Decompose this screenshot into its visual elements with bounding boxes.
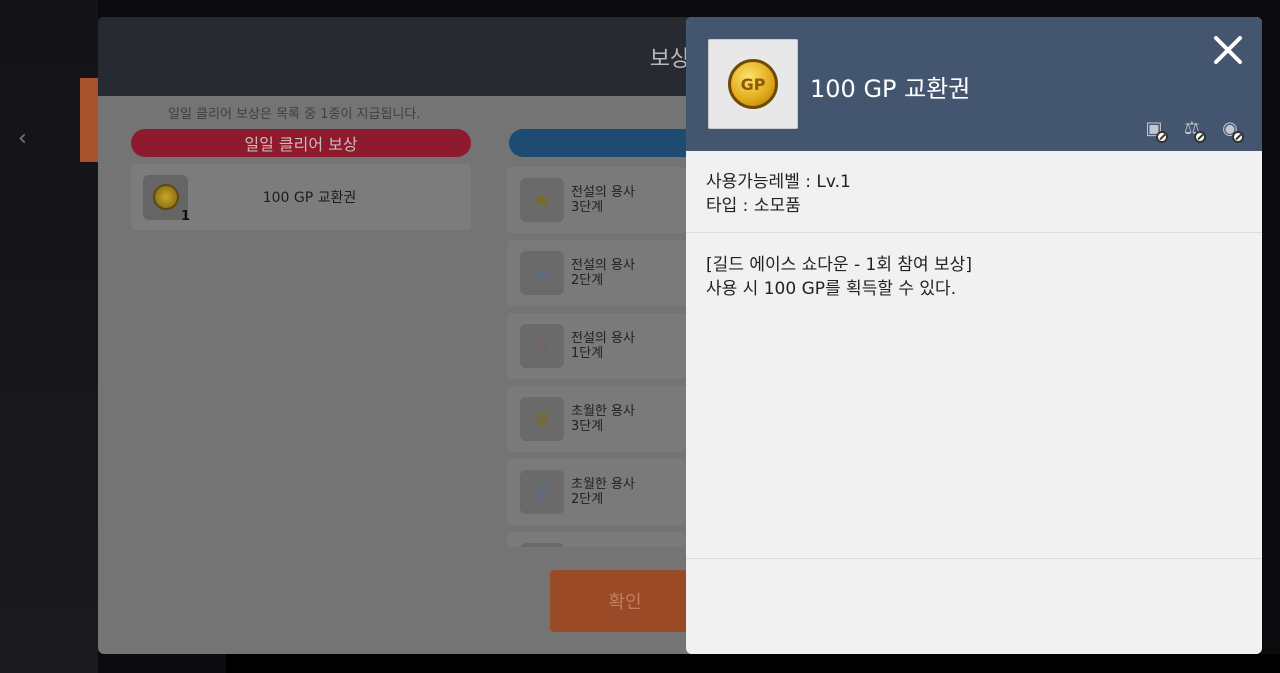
list-item[interactable]: ★ [507, 532, 687, 547]
trade-restriction-icons: ▣ ⚖ ◉ [1140, 117, 1244, 143]
item-description-section: [길드 에이스 쇼다운 - 1회 참여 보상] 사용 시 100 GP를 획득할… [686, 233, 1262, 559]
daily-reward-item[interactable]: 1 100 GP 교환권 [131, 164, 471, 230]
confirm-button[interactable]: 확인 [550, 570, 700, 632]
required-level: 사용가능레벨 : Lv.1 [706, 172, 851, 192]
item-title: 100 GP 교환권 [810, 75, 971, 103]
gp-coin-icon: GP [728, 59, 778, 109]
list-item[interactable]: ♛ 초월한 용사 3단계 [507, 386, 687, 452]
silver-crown-icon: ♛ [520, 470, 564, 514]
item-tier: 1단계 [571, 346, 604, 361]
no-storage-icon: ◉ [1216, 117, 1244, 143]
item-tier: 3단계 [571, 200, 604, 215]
tooltip-header: GP 100 GP 교환권 ▣ ⚖ ◉ [686, 17, 1262, 151]
item-title: 초월한 용사 [571, 404, 635, 419]
dialog-title: 보상 [649, 46, 691, 72]
item-info-section: 사용가능레벨 : Lv.1 타입 : 소모품 [686, 151, 1262, 233]
ranked-reward-section-label [509, 129, 709, 157]
item-tier: 3단계 [571, 419, 604, 434]
item-title: 초월한 용사 [571, 477, 635, 492]
list-item[interactable]: ☆ 전설의 용사 1단계 [507, 313, 687, 379]
description-source: [길드 에이스 쇼다운 - 1회 참여 보상] [706, 255, 972, 275]
item-icon-frame: GP [708, 39, 798, 129]
gp-coin-icon[interactable]: 1 [143, 174, 190, 224]
item-title: 전설의 용사 [571, 258, 635, 273]
close-icon[interactable] [1210, 31, 1246, 67]
list-item[interactable]: ★ 전설의 용사 3단계 [507, 167, 687, 233]
list-item[interactable]: ★ 전설의 용사 2단계 [507, 240, 687, 306]
list-item[interactable]: ♛ 초월한 용사 2단계 [507, 459, 687, 525]
chevron-left-icon: ‹ [18, 126, 27, 151]
reward-name: 100 GP 교환권 [262, 190, 357, 206]
background-tab [80, 78, 98, 162]
silver-stars-icon: ★ [520, 251, 564, 295]
item-title: 전설의 용사 [571, 185, 635, 200]
gold-crown-icon: ♛ [520, 397, 564, 441]
coin-label: GP [740, 74, 766, 94]
item-tier: 2단계 [571, 273, 604, 288]
description-effect: 사용 시 100 GP를 획득할 수 있다. [706, 279, 957, 299]
item-title: 전설의 용사 [571, 331, 635, 346]
star-icon: ★ [520, 543, 564, 547]
bronze-star-icon: ☆ [520, 324, 564, 368]
no-sell-icon: ⚖ [1178, 117, 1206, 143]
gold-stars-icon: ★ [520, 178, 564, 222]
item-tier: 2단계 [571, 492, 604, 507]
reward-note: 일일 클리어 보상은 목록 중 1종이 지급됩니다. [168, 107, 421, 122]
item-count: 1 [180, 208, 190, 224]
ranked-reward-list[interactable]: ★ 전설의 용사 3단계 ★ 전설의 용사 2단계 ☆ 전설의 용사 1단계 ♛ 초월… [507, 167, 687, 547]
background-bottom-bar [226, 654, 1280, 673]
item-tooltip: GP 100 GP 교환권 ▣ ⚖ ◉ 사용가능레벨 : Lv.1 타입 : 소… [686, 17, 1262, 654]
daily-reward-section-label: 일일 클리어 보상 [131, 129, 471, 157]
no-trade-icon: ▣ [1140, 117, 1168, 143]
item-type: 타입 : 소모품 [706, 196, 801, 216]
